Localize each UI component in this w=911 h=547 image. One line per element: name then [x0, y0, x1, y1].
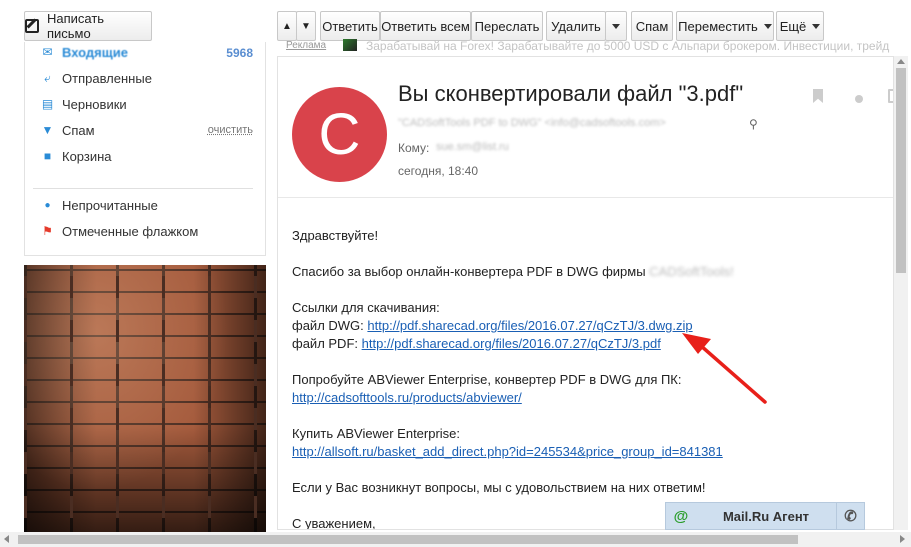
- dwg-label: файл DWG:: [292, 318, 364, 333]
- delete-label: Удалить: [551, 18, 601, 34]
- move-label: Переместить: [678, 18, 758, 34]
- inbox-icon: ✉: [42, 45, 53, 59]
- delete-button[interactable]: Удалить: [546, 11, 606, 41]
- folder-sidebar: ✉ Входящие 5968 ⤶ Отправленные ▤ Чернови…: [24, 42, 266, 256]
- questions-text: Если у Вас возникнут вопросы, мы с удово…: [292, 480, 706, 495]
- scroll-up-icon[interactable]: [897, 59, 905, 64]
- forward-button[interactable]: Переслать: [471, 11, 543, 41]
- sidebar-item-label: Черновики: [62, 96, 127, 112]
- triangle-up-icon: ▲: [282, 20, 292, 32]
- flag-bookmark-icon[interactable]: [813, 89, 823, 103]
- ad-logo-icon: [343, 39, 357, 51]
- ad-banner[interactable]: Реклама Зарабатывай на Forex! Зарабатыва…: [278, 38, 908, 56]
- header-divider: [278, 197, 893, 198]
- buy-link[interactable]: http://allsoft.ru/basket_add_direct.php?…: [292, 444, 723, 459]
- reply-label: Ответить: [322, 18, 378, 34]
- ad-text: Зарабатывай на Forex! Зарабатывайте до 5…: [366, 39, 890, 53]
- sidebar-item-label: Непрочитанные: [62, 197, 158, 213]
- greeting-text: Здравствуйте!: [292, 228, 379, 243]
- buy-paragraph: Купить ABViewer Enterprise: http://allso…: [292, 425, 882, 461]
- more-label: Ещё: [779, 18, 807, 34]
- compose-label: Написать письмо: [46, 11, 105, 41]
- chevron-down-icon: [812, 23, 821, 29]
- links-paragraph: Ссылки для скачивания: файл DWG: http://…: [292, 299, 882, 353]
- triangle-down-icon: ▼: [301, 20, 311, 32]
- message-body: Здравствуйте! Спасибо за выбор онлайн-ко…: [292, 227, 882, 529]
- forward-label: Переслать: [474, 18, 540, 34]
- sender-search-icon[interactable]: ⚲: [749, 117, 758, 131]
- reply-all-label: Ответить всем: [381, 18, 470, 34]
- more-button[interactable]: Ещё: [776, 11, 824, 41]
- clean-spam-link[interactable]: очистить: [208, 124, 253, 136]
- next-message-button[interactable]: ▼: [296, 11, 316, 41]
- links-header: Ссылки для скачивания:: [292, 300, 440, 315]
- ad-label: Реклама: [286, 40, 327, 51]
- agent-at-icon: @: [673, 507, 689, 525]
- chevron-down-icon: [763, 23, 772, 29]
- prev-message-button[interactable]: ▲: [277, 11, 297, 41]
- message-subject: Вы сконвертировали файл "3.pdf": [398, 81, 744, 106]
- brick-wall-ad-image[interactable]: [24, 265, 266, 535]
- reply-arrow-icon: ⤶: [44, 70, 51, 85]
- sender-address[interactable]: "CADSoftTools PDF to DWG" <info@cadsofto…: [398, 117, 666, 129]
- draft-icon: ▤: [41, 97, 54, 111]
- agent-label: Mail.Ru Агент: [722, 508, 810, 524]
- message-view: C Вы сконвертировали файл "3.pdf" "CADSo…: [277, 56, 894, 530]
- horizontal-scrollbar[interactable]: [0, 532, 911, 547]
- try-paragraph: Попробуйте ABViewer Enterprise, конверте…: [292, 371, 882, 407]
- pdf-download-link[interactable]: http://pdf.sharecad.org/files/2016.07.27…: [362, 336, 661, 351]
- read-status-dot-icon[interactable]: [855, 95, 863, 103]
- sidebar-item-label: Входящие: [62, 44, 128, 60]
- reply-button[interactable]: Ответить: [320, 11, 380, 41]
- scrollbar-thumb[interactable]: [18, 535, 798, 544]
- thumbs-down-icon: ▼: [41, 123, 54, 137]
- sidebar-item-trash[interactable]: ■ Корзина: [41, 146, 112, 166]
- unread-dot-icon: ●: [44, 199, 51, 211]
- scroll-right-icon[interactable]: [900, 535, 905, 543]
- sidebar-item-label: Отправленные: [62, 70, 152, 86]
- sidebar-item-inbox[interactable]: ✉ Входящие: [41, 42, 128, 62]
- sidebar-item-drafts[interactable]: ▤ Черновики: [41, 94, 127, 114]
- sidebar-item-label: Корзина: [62, 148, 112, 164]
- sidebar-item-label: Отмеченные флажком: [62, 223, 199, 239]
- try-text: Попробуйте ABViewer Enterprise, конверте…: [292, 372, 682, 387]
- abviewer-link[interactable]: http://cadsofttools.ru/products/abviewer…: [292, 390, 522, 405]
- thanks-text: Спасибо за выбор онлайн-конвертера PDF в…: [292, 264, 646, 279]
- spam-label: Спам: [635, 18, 669, 34]
- sidebar-item-label: Спам: [62, 122, 95, 138]
- delete-dropdown-button[interactable]: [605, 11, 627, 41]
- move-button[interactable]: Переместить: [676, 11, 774, 41]
- spam-button[interactable]: Спам: [631, 11, 673, 41]
- phone-icon[interactable]: ✆: [836, 503, 864, 529]
- message-date: сегодня, 18:40: [398, 164, 479, 178]
- trash-icon: ■: [43, 149, 52, 163]
- flag-icon: ⚑: [42, 224, 53, 238]
- pdf-label: файл PDF:: [292, 336, 358, 351]
- chevron-down-icon: [612, 23, 620, 29]
- scroll-left-icon[interactable]: [4, 535, 9, 543]
- mailru-agent-widget[interactable]: @ Mail.Ru Агент ✆: [665, 502, 865, 530]
- dwg-download-link[interactable]: http://pdf.sharecad.org/files/2016.07.27…: [367, 318, 692, 333]
- reply-all-button[interactable]: Ответить всем: [380, 11, 471, 41]
- inbox-count: 5968: [226, 46, 253, 60]
- thanks-paragraph: Спасибо за выбор онлайн-конвертера PDF в…: [292, 263, 882, 281]
- sidebar-item-sent[interactable]: ⤶ Отправленные: [41, 68, 152, 88]
- sidebar-item-unread[interactable]: ● Непрочитанные: [41, 195, 158, 215]
- sender-avatar: C: [292, 87, 387, 182]
- sidebar-item-flagged[interactable]: ⚑ Отмеченные флажком: [41, 221, 198, 241]
- recipient-label: Кому:: [398, 141, 430, 155]
- vertical-scrollbar[interactable]: [894, 56, 908, 530]
- sidebar-item-spam[interactable]: ▼ Спам: [41, 120, 95, 140]
- compose-button[interactable]: Написать письмо: [24, 11, 152, 41]
- company-name: CADSoftTools!: [649, 264, 734, 279]
- compose-icon: [25, 19, 39, 33]
- scrollbar-thumb[interactable]: [896, 68, 906, 273]
- buy-text: Купить ABViewer Enterprise:: [292, 426, 461, 441]
- recipient-address[interactable]: sue.sm@list.ru: [436, 141, 509, 153]
- sidebar-divider: [33, 188, 253, 189]
